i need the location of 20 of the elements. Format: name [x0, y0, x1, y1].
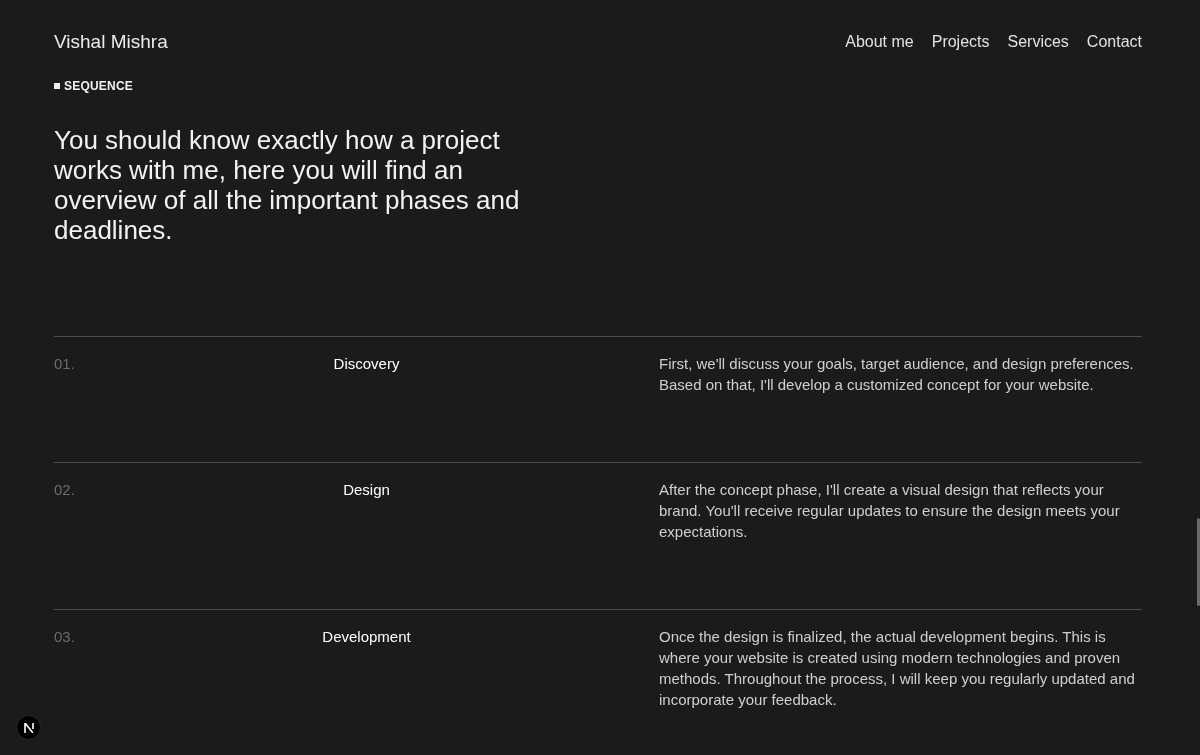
step-description: First, we'll discuss your goals, target audience, and design preferences. Based on that, I'll develop a customized concept for your website.: [659, 354, 1135, 395]
step-number: 02.: [54, 480, 75, 500]
letter-n-icon: [23, 722, 34, 733]
scrollbar-thumb[interactable]: [1197, 518, 1200, 606]
dev-tools-button[interactable]: [16, 715, 41, 740]
section-label: SEQUENCE: [64, 78, 133, 94]
nav-link[interactable]: Projects: [931, 30, 990, 54]
nav-link[interactable]: Contact: [1086, 30, 1142, 54]
step-number: 03.: [54, 627, 75, 647]
step-title: Discovery: [333, 354, 400, 374]
section-heading: You should know exactly how a project works with me, here you will find an overview of all the important phases and deadlines.: [54, 125, 521, 245]
step-title: Development: [322, 627, 411, 647]
site-name[interactable]: Vishal Mishra: [54, 30, 168, 54]
nav-link[interactable]: Services: [1007, 30, 1069, 54]
step-description: Once the design is finalized, the actual development begins. This is where your website is created using modern technologies and proven methods. Throughout the process, I will keep you regularly updated and incorporate your feedback.: [659, 627, 1136, 710]
step-description: After the concept phase, I'll create a visual design that reflects your brand. You'll receive regular updates to ensure the design meets your expectations.: [659, 480, 1121, 542]
square-icon: [54, 83, 60, 89]
step-number: 01.: [54, 354, 75, 374]
nav-link[interactable]: About me: [845, 30, 914, 54]
step-title: Design: [343, 480, 390, 500]
